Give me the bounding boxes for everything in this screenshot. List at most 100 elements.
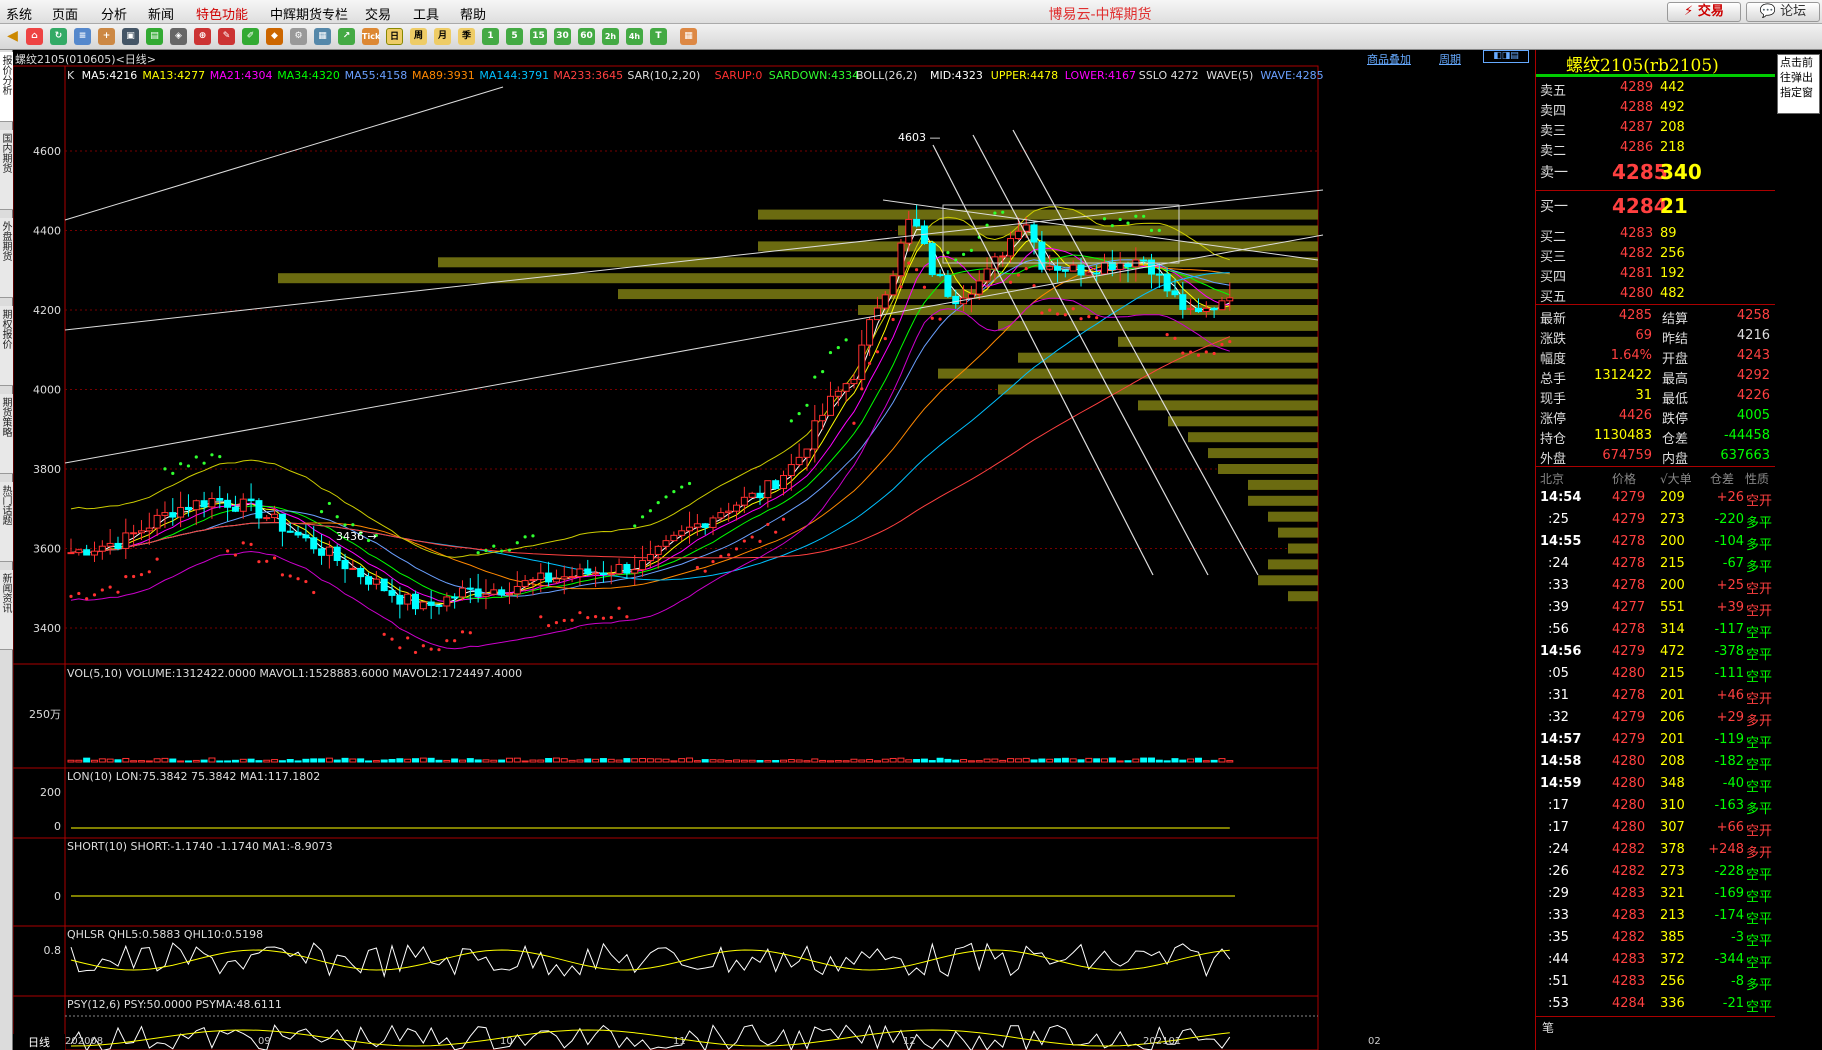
popup-hint[interactable]: 点击前 往弹出 指定窗 <box>1777 54 1820 114</box>
candle-body <box>850 379 858 385</box>
bid1-row[interactable]: 买一 4284 21 <box>1540 192 1772 222</box>
quote-title: 螺纹2105(rb2105) <box>1566 56 1719 76</box>
sidebar-tab-news[interactable]: 新闻资讯 <box>0 570 13 650</box>
tick-button[interactable]: Tick <box>362 28 380 45</box>
volume-bar <box>380 759 388 763</box>
candle-body <box>1202 307 1210 313</box>
window-icon[interactable]: ▣ <box>122 28 139 45</box>
menu-page[interactable]: 页面 <box>52 4 78 23</box>
pen-icon[interactable]: ✎ <box>218 28 235 45</box>
sar-dot <box>319 510 324 514</box>
zoom-icon[interactable]: ⊕ <box>194 28 211 45</box>
indicator-text: SAR(10,2,20) <box>627 69 700 82</box>
daily-button[interactable]: 日 <box>386 28 403 45</box>
menu-trade[interactable]: 交易 <box>365 4 391 23</box>
back-icon[interactable]: ◀ <box>4 28 21 45</box>
sidebar-tab-quote-analysis[interactable]: 报价分析 <box>0 52 13 122</box>
overlay-link[interactable]: 商品叠加 <box>1367 51 1411 67</box>
zoom-in-icon[interactable]: + <box>98 28 115 45</box>
chart-area[interactable]: K MA5:4216 MA13:4277 MA21:4304 MA34:4320 MA55… <box>13 50 1535 1050</box>
min60-button[interactable]: 60 <box>578 28 595 45</box>
sidebar-tab-foreign[interactable]: 外盘期货 <box>0 218 13 298</box>
volume-profile-bar <box>1258 575 1318 586</box>
contract-period-label: 螺纹2105(010605)<日线> <box>15 53 157 66</box>
footer-tab[interactable]: 笔 <box>1536 1016 1776 1036</box>
bid-row[interactable]: 买五 4280 482 <box>1540 284 1772 305</box>
kline-chart[interactable]: K MA5:4216 MA13:4277 MA21:4304 MA34:4320 MA55… <box>13 50 1535 1050</box>
period-link[interactable]: 周期 <box>1439 51 1461 67</box>
tick-time: :44 <box>1548 952 1569 967</box>
min5-button[interactable]: 5 <box>506 28 523 45</box>
tick-nature: 空平 <box>1746 736 1773 751</box>
sar-dot <box>194 455 198 459</box>
ask-row[interactable]: 卖三 4287 208 <box>1540 118 1772 139</box>
stat-value: 4285 <box>1618 308 1652 323</box>
volume-bar <box>991 758 999 763</box>
stat-label: 内盘 <box>1662 452 1689 467</box>
menu-zhonghui-column[interactable]: 中辉期货专栏 <box>270 4 348 23</box>
candle-body <box>1116 262 1124 270</box>
hour4-button[interactable]: 4h <box>626 28 643 45</box>
layout-icon[interactable]: ◧◨▤ <box>1483 50 1529 63</box>
quote-icon[interactable]: ≡ <box>74 28 91 45</box>
candle-body <box>200 500 208 508</box>
candle-body <box>873 307 881 321</box>
menu-features[interactable]: 特色功能 <box>196 4 248 23</box>
tick-row: 14:54 4279 209 +26 空开 <box>1540 488 1772 510</box>
bid-row[interactable]: 买四 4281 192 <box>1540 264 1772 285</box>
ask-volume: 218 <box>1660 140 1685 155</box>
menu-news[interactable]: 新闻 <box>148 4 174 23</box>
ask-label: 卖四 <box>1540 104 1567 119</box>
sidebar-tab-strategy[interactable]: 期货策略 <box>0 394 13 474</box>
window2-icon[interactable]: ▤ <box>146 28 163 45</box>
tick-time: :17 <box>1548 798 1569 813</box>
menu-analysis[interactable]: 分析 <box>101 4 127 23</box>
candle-body <box>701 523 709 528</box>
monthly-button[interactable]: 月 <box>434 28 451 45</box>
tick-volume: 273 <box>1660 864 1685 879</box>
volume-bar <box>560 758 568 763</box>
tick-time: :29 <box>1548 886 1569 901</box>
layers-icon[interactable]: ◈ <box>170 28 187 45</box>
day-green-button[interactable]: T <box>650 28 667 45</box>
weekly-button[interactable]: 周 <box>410 28 427 45</box>
draw-icon[interactable]: ✐ <box>242 28 259 45</box>
trade-button[interactable]: ⚡ 交易 <box>1667 2 1741 22</box>
volume-bar <box>772 759 780 763</box>
stat-label: 总手 <box>1540 372 1567 387</box>
ask-row[interactable]: 卖四 4288 492 <box>1540 98 1772 119</box>
calc-icon[interactable]: ▦ <box>680 28 697 45</box>
menu-tools[interactable]: 工具 <box>413 4 439 23</box>
tick-row: 14:59 4280 348 -40 空平 <box>1540 774 1772 796</box>
menu-system[interactable]: 系统 <box>6 4 32 23</box>
ask-row[interactable]: 卖五 4289 442 <box>1540 78 1772 99</box>
volume-bar <box>490 759 498 763</box>
min15-button[interactable]: 15 <box>530 28 547 45</box>
sidebar-tab-domestic[interactable]: 国内期货 <box>0 130 13 210</box>
bid-row[interactable]: 买三 4282 256 <box>1540 244 1772 265</box>
sidebar-tab-options[interactable]: 期权报价 <box>0 306 13 386</box>
refresh-icon[interactable]: ↻ <box>50 28 67 45</box>
ask-row[interactable]: 卖二 4286 218 <box>1540 138 1772 159</box>
min1-button[interactable]: 1 <box>482 28 499 45</box>
hour2-button[interactable]: 2h <box>602 28 619 45</box>
candle-body <box>396 594 404 605</box>
tick-nature: 空平 <box>1746 1000 1773 1015</box>
volume-bar <box>670 760 678 763</box>
menu-help[interactable]: 帮助 <box>460 4 486 23</box>
bid-row[interactable]: 买二 4283 89 <box>1540 224 1772 245</box>
candle-body <box>310 537 318 550</box>
paint-icon[interactable]: ◆ <box>266 28 283 45</box>
quarterly-button[interactable]: 季 <box>458 28 475 45</box>
sar-dot <box>1040 311 1044 315</box>
home-icon[interactable]: ⌂ <box>26 28 43 45</box>
table-icon[interactable]: ▦ <box>314 28 331 45</box>
sar-dot <box>633 524 637 528</box>
forum-button[interactable]: 💬 论坛 <box>1746 2 1820 22</box>
settings-icon[interactable]: ⚙ <box>290 28 307 45</box>
sar-dot <box>186 464 191 468</box>
sidebar-tab-hot[interactable]: 热门话题 <box>0 482 13 562</box>
ask1-row[interactable]: 卖一 4285 340 <box>1540 158 1772 188</box>
chart-icon[interactable]: ↗ <box>338 28 355 45</box>
min30-button[interactable]: 30 <box>554 28 571 45</box>
